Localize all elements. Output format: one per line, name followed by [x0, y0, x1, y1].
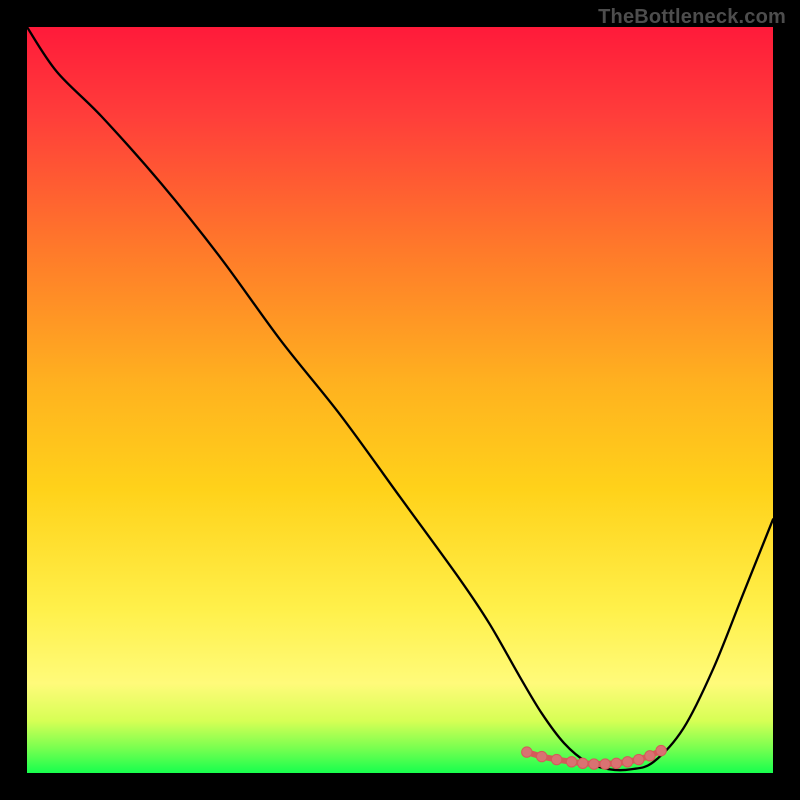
marker-dot: [645, 751, 655, 761]
plot-area: [27, 27, 773, 773]
bottleneck-chart-svg: [27, 27, 773, 773]
marker-dot: [522, 747, 532, 757]
marker-dot: [656, 745, 666, 755]
marker-dot: [537, 751, 547, 761]
chart-frame: TheBottleneck.com: [0, 0, 800, 800]
marker-dot: [600, 759, 610, 769]
marker-dot: [634, 754, 644, 764]
gradient-background: [27, 27, 773, 773]
marker-dot: [578, 758, 588, 768]
marker-dot: [566, 757, 576, 767]
marker-dot: [611, 758, 621, 768]
marker-dot: [589, 759, 599, 769]
marker-dot: [622, 757, 632, 767]
marker-dot: [551, 754, 561, 764]
attribution-label: TheBottleneck.com: [598, 6, 786, 29]
